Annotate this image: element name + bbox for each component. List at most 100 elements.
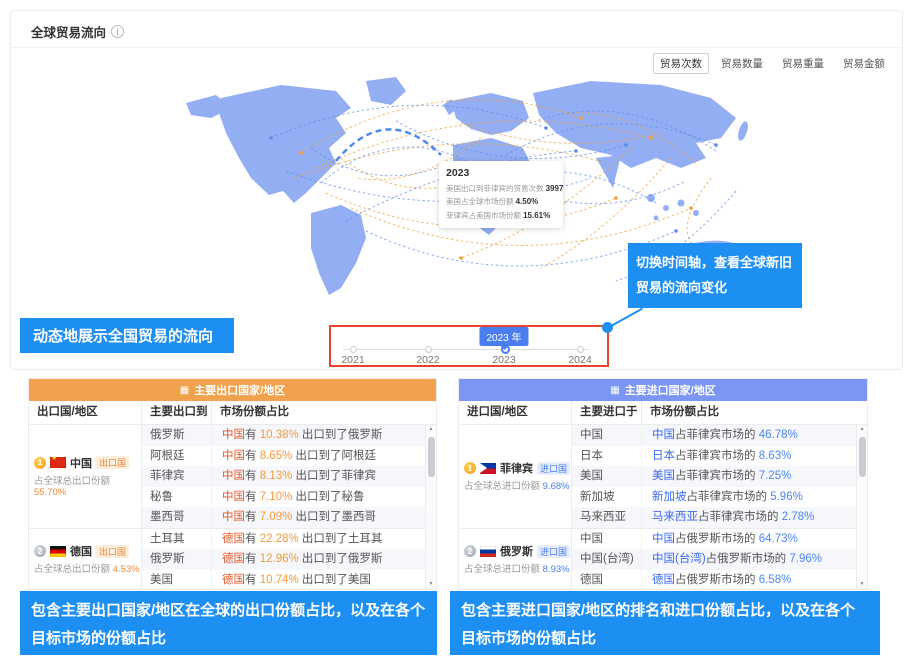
timeline-year-label: 2024 — [560, 354, 600, 366]
scroll-track[interactable] — [857, 434, 867, 580]
table-row: 秘鲁中国有 7.10% 出口到了秘鲁 — [142, 487, 436, 508]
share-cell: 中国(台湾)占俄罗斯市场的 7.96% — [642, 549, 867, 570]
table-row: 俄罗斯德国有 12.96% 出口到了俄罗斯 — [142, 549, 436, 570]
tooltip-lines: 美国出口到菲律宾的贸易次数 3997美国占全球市场份额 4.50%菲律宾占美国市… — [446, 182, 556, 222]
global-share-value: 55.70% — [34, 487, 66, 498]
table-title-bar: ▦主要出口国家/地区 — [29, 379, 436, 401]
share-mid: 有 — [245, 553, 260, 565]
share-suffix: 出口到了土耳其 — [299, 533, 383, 545]
import-table-callout: 包含主要进口国家/地区的排名和进口份额占比，以及在各个目标市场的份额占比 — [450, 591, 880, 655]
scroll-thumb[interactable] — [428, 437, 435, 477]
share-cell: 中国有 7.10% 出口到了秘鲁 — [212, 487, 436, 508]
share-mid: 占菲律宾市场的 — [698, 511, 782, 523]
country-cell: 2俄罗斯进口国占全球总进口份额 8.93% — [459, 529, 572, 591]
info-icon[interactable]: i — [111, 25, 124, 38]
share-percent: 7.96% — [789, 553, 822, 565]
rank-1-medal-icon: 1 — [34, 457, 46, 469]
share-mid: 占俄罗斯市场的 — [675, 533, 759, 545]
table-scrollbar[interactable]: ▲▼ — [856, 425, 867, 589]
country-line: 1菲律宾进口国 — [464, 460, 571, 476]
country-group: 1中国出口国占全球总出口份额 55.70%俄罗斯中国有 10.38% 出口到了俄… — [29, 425, 436, 528]
table-row: 日本日本占菲律宾市场的 8.63% — [572, 446, 867, 467]
share-mid: 有 — [245, 429, 260, 441]
timeline-tick[interactable] — [350, 346, 357, 353]
share-suffix: 出口到了阿根廷 — [292, 450, 376, 462]
card-header: 全球贸易流向 i — [31, 22, 124, 41]
scroll-thumb[interactable] — [859, 437, 866, 477]
partner-cell: 中国 — [572, 529, 642, 550]
table-body: 1中国出口国占全球总出口份额 55.70%俄罗斯中国有 10.38% 出口到了俄… — [29, 425, 436, 589]
country-cell: 1菲律宾进口国占全球总进口份额 9.68% — [459, 425, 572, 528]
table-scrollbar[interactable]: ▲▼ — [425, 425, 436, 589]
table-row: 德国德国占俄罗斯市场的 6.58% — [572, 570, 867, 591]
scroll-track[interactable] — [426, 434, 436, 580]
table-body: 1菲律宾进口国占全球总进口份额 9.68%中国中国占菲律宾市场的 46.78%日… — [459, 425, 867, 589]
scroll-up-arrow[interactable]: ▲ — [429, 425, 434, 434]
partner-cell: 土耳其 — [142, 529, 212, 550]
share-subject: 日本 — [652, 450, 675, 462]
share-mid: 有 — [245, 491, 260, 503]
group-rows: 土耳其德国有 22.28% 出口到了土耳其俄罗斯德国有 12.96% 出口到了俄… — [142, 529, 436, 591]
country-cell: 2德国出口国占全球总出口份额 4.53% — [29, 529, 142, 591]
export-table-callout: 包含主要出口国家/地区在全球的出口份额占比，以及在各个目标市场的份额占比 — [20, 591, 437, 655]
share-subject: 中国 — [652, 429, 675, 441]
highlighted-flow-arc — [336, 129, 441, 161]
share-subject: 德国 — [222, 574, 245, 586]
share-percent: 22.28% — [260, 533, 299, 545]
partner-cell: 阿根廷 — [142, 446, 212, 467]
share-subject: 中国 — [222, 470, 245, 482]
scroll-down-arrow[interactable]: ▼ — [860, 580, 865, 589]
share-subject: 美国 — [652, 470, 675, 482]
global-share: 占全球总出口份额 55.70% — [34, 473, 141, 498]
share-percent: 10.74% — [260, 574, 299, 586]
country-name: 中国 — [70, 455, 92, 471]
share-cell: 中国占菲律宾市场的 46.78% — [642, 425, 867, 446]
partner-cell: 墨西哥 — [142, 507, 212, 528]
scroll-down-arrow[interactable]: ▼ — [429, 580, 434, 589]
share-percent: 6.58% — [759, 574, 792, 586]
share-subject: 德国 — [222, 533, 245, 545]
scroll-up-arrow[interactable]: ▲ — [860, 425, 865, 434]
ru-flag-icon — [480, 546, 496, 557]
group-rows: 中国中国占菲律宾市场的 46.78%日本日本占菲律宾市场的 8.63%美国美国占… — [572, 425, 867, 528]
share-mid: 有 — [245, 511, 260, 523]
table-row: 美国美国占菲律宾市场的 7.25% — [572, 466, 867, 487]
table-row: 中国(台湾)中国(台湾)占俄罗斯市场的 7.96% — [572, 549, 867, 570]
tooltip-line: 美国出口到菲律宾的贸易次数 3997 — [446, 182, 556, 195]
screen: 全球贸易流向 i 贸易次数贸易数量贸易重量贸易金额 — [0, 0, 913, 658]
global-share-value: 4.53% — [113, 564, 140, 575]
table-row: 俄罗斯中国有 10.38% 出口到了俄罗斯 — [142, 425, 436, 446]
timeline-callout: 切换时间轴，查看全球新旧贸易的流向变化 — [628, 243, 802, 308]
share-percent: 8.63% — [759, 450, 792, 462]
partner-cell: 美国 — [142, 570, 212, 591]
table-row: 中国中国占菲律宾市场的 46.78% — [572, 425, 867, 446]
tooltip-value: 4.50% — [516, 197, 539, 206]
column-header: 市场份额占比 — [642, 401, 867, 424]
column-header: 出口国/地区 — [29, 401, 142, 424]
share-subject: 中国(台湾) — [652, 553, 706, 565]
global-share: 占全球总出口份额 4.53% — [34, 561, 141, 575]
country-name: 菲律宾 — [500, 460, 533, 476]
page-title: 全球贸易流向 — [31, 22, 106, 41]
partner-cell: 德国 — [572, 570, 642, 591]
share-subject: 中国 — [222, 511, 245, 523]
country-line: 2德国出口国 — [34, 543, 141, 559]
country-name: 德国 — [70, 543, 92, 559]
tooltip-line: 菲律宾占美国市场份额 15.61% — [446, 209, 556, 222]
country-role-badge: 进口国 — [537, 545, 570, 558]
share-percent: 2.78% — [782, 511, 815, 523]
share-mid: 占俄罗斯市场的 — [675, 574, 759, 586]
partner-cell: 日本 — [572, 446, 642, 467]
share-mid: 占菲律宾市场的 — [675, 450, 759, 462]
country-line: 2俄罗斯进口国 — [464, 543, 571, 559]
tooltip-year: 2023 — [446, 167, 556, 179]
share-cell: 德国有 22.28% 出口到了土耳其 — [212, 529, 436, 550]
country-group: 2德国出口国占全球总出口份额 4.53%土耳其德国有 22.28% 出口到了土耳… — [29, 528, 436, 591]
share-percent: 8.13% — [260, 470, 293, 482]
share-subject: 中国 — [222, 450, 245, 462]
share-mid: 有 — [245, 533, 260, 545]
timeline-tick[interactable] — [425, 346, 432, 353]
table-row: 中国中国占俄罗斯市场的 64.73% — [572, 529, 867, 550]
timeline-tick[interactable] — [577, 346, 584, 353]
partner-cell: 俄罗斯 — [142, 549, 212, 570]
